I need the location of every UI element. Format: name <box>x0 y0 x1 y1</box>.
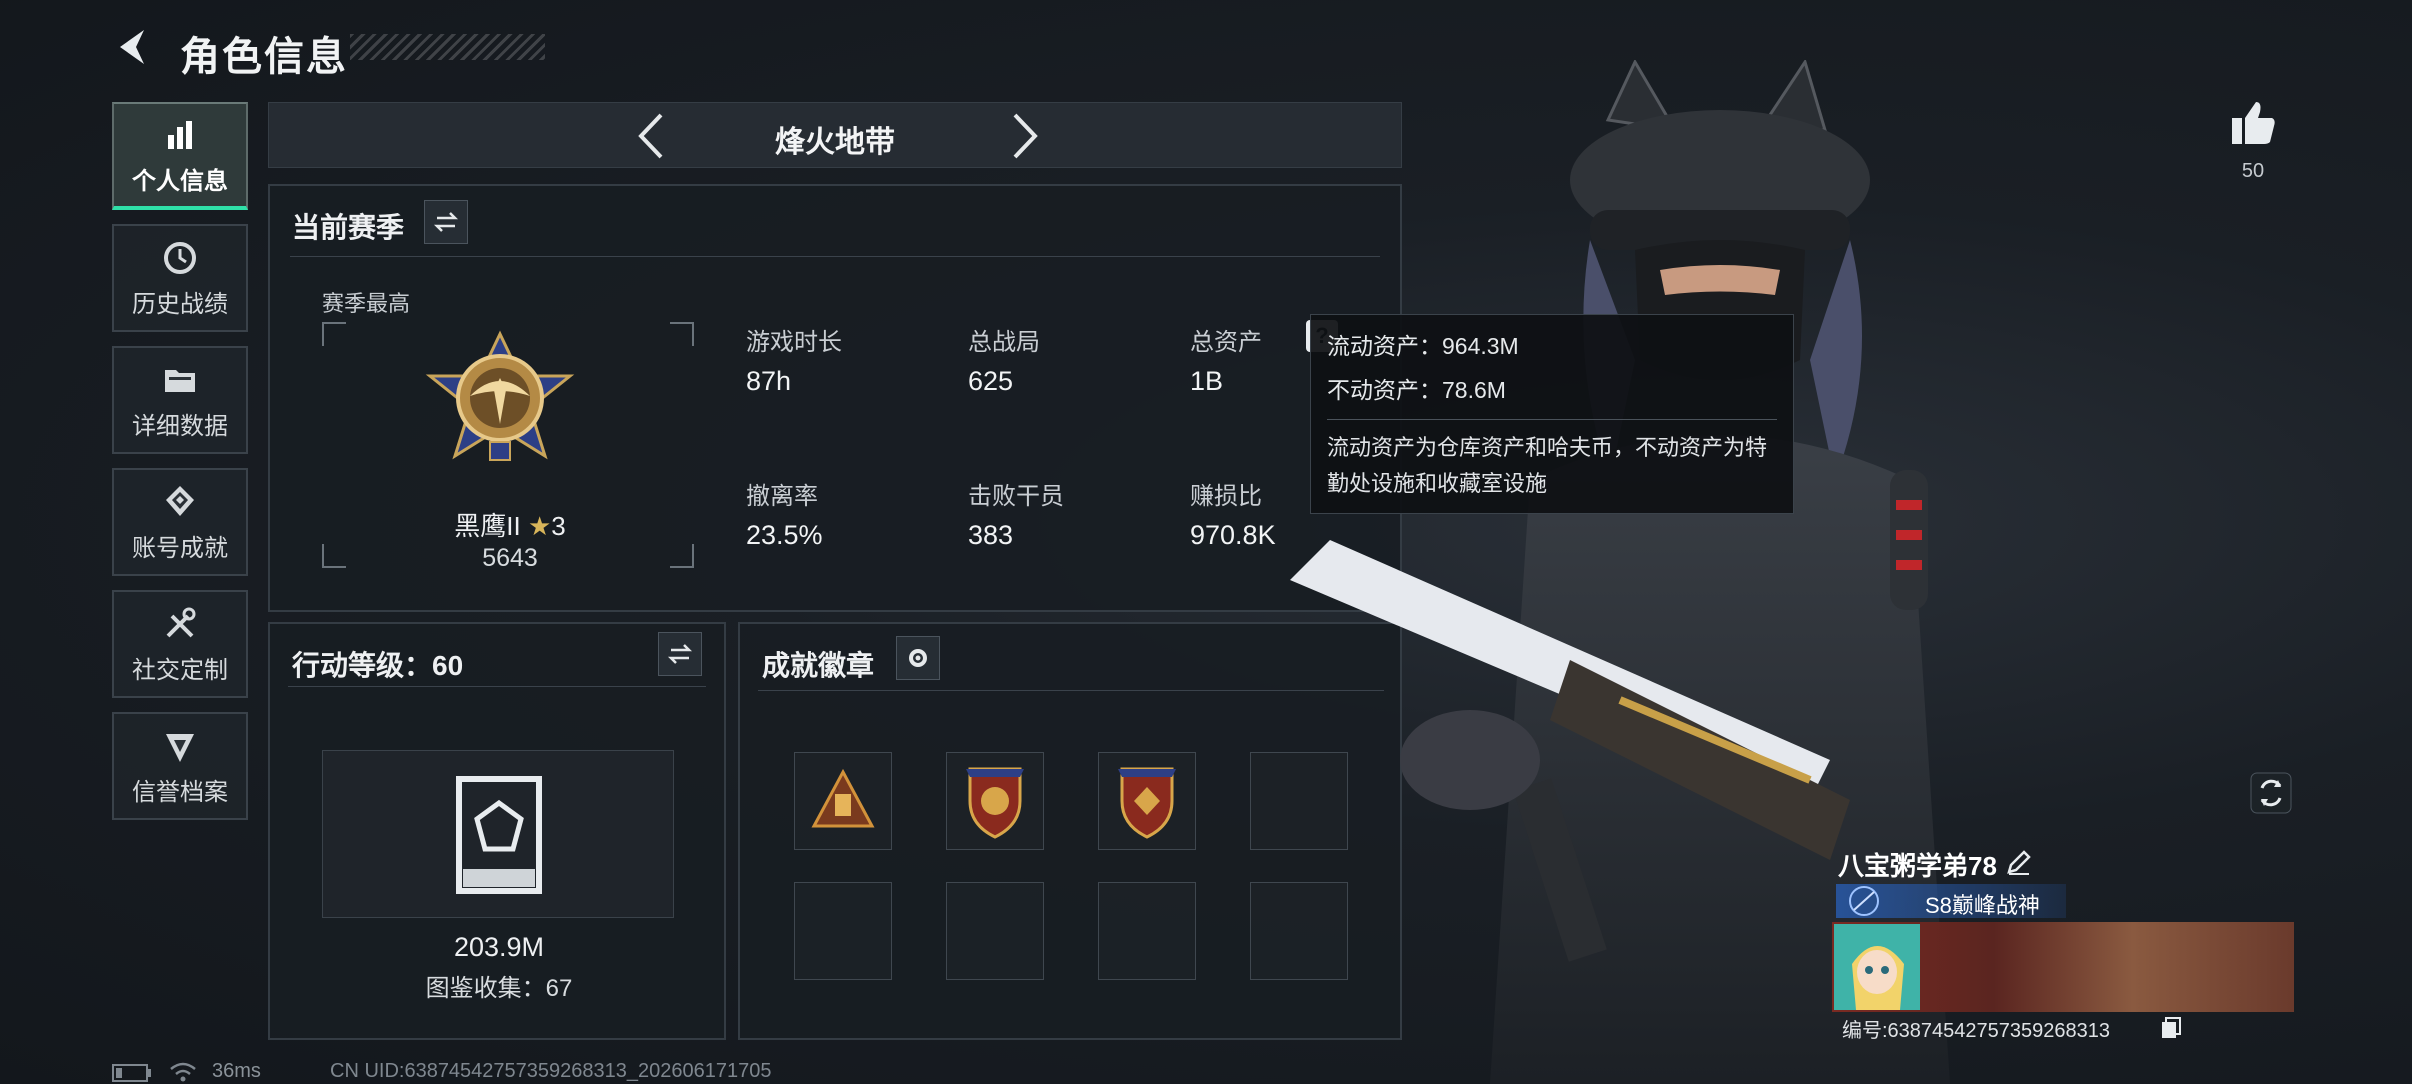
stat-value: 383 <box>968 520 1014 550</box>
frame-corner <box>322 544 346 568</box>
rank-name-row: 黑鹰II ★3 <box>425 506 595 543</box>
next-arrow-icon[interactable] <box>999 111 1047 161</box>
season-switch-button[interactable] <box>424 200 468 244</box>
frame-corner <box>670 322 694 346</box>
season-best-label: 赛季最高 <box>322 291 411 316</box>
nav-item-history[interactable]: 历史战绩 <box>112 224 248 332</box>
stat-value: 970.8K <box>1190 520 1276 550</box>
stat-label: 游戏时长 <box>746 329 842 356</box>
badge-slot[interactable] <box>946 752 1044 850</box>
rank-medal-icon <box>1849 886 1879 916</box>
mode-selector: 烽火地带 <box>268 102 1402 168</box>
swap-icon <box>433 212 459 232</box>
nav-item-social-custom[interactable]: 社交定制 <box>112 590 248 698</box>
nav-item-personal-info[interactable]: 个人信息 <box>112 102 248 210</box>
action-level-switch-button[interactable] <box>658 632 702 676</box>
tools-icon <box>166 607 196 637</box>
nav-item-detailed-data[interactable]: 详细数据 <box>112 346 248 454</box>
stat-label: 赚损比 <box>1190 483 1262 510</box>
badge-slot[interactable] <box>1098 752 1196 850</box>
collection-vault-icon <box>456 776 542 894</box>
collection-frame <box>322 750 674 918</box>
badge-slot[interactable] <box>794 752 892 850</box>
nav-label: 信誉档案 <box>132 778 228 806</box>
ping-value: 36ms <box>212 1060 261 1082</box>
avatar[interactable] <box>1834 924 1920 1010</box>
shield-badge-icon <box>966 767 1024 839</box>
rotate-view-icon[interactable] <box>2250 772 2292 814</box>
season-panel: 当前赛季 赛季最高 黑鹰II ★3 5643 游戏时长 87h 总战局 625 … <box>268 184 1402 612</box>
triangle-badge-icon <box>811 768 875 828</box>
nav-label: 个人信息 <box>132 167 228 195</box>
fixed-assets: 不动资产：78.6M <box>1327 377 1506 403</box>
stat-label: 总战局 <box>968 329 1040 356</box>
badge-slot-empty[interactable] <box>794 882 892 980</box>
title-decoration <box>350 34 545 60</box>
battery-icon <box>112 1064 151 1082</box>
achievements-title: 成就徽章 <box>762 650 875 681</box>
mode-title: 烽火地带 <box>775 126 895 159</box>
copy-icon[interactable] <box>2160 1016 2182 1040</box>
edit-pencil-icon[interactable] <box>2005 848 2033 876</box>
stat-label: 击败干员 <box>968 483 1064 510</box>
rank-emblem-icon <box>425 330 575 461</box>
stat-value: 23.5% <box>746 520 823 550</box>
back-arrow-icon[interactable] <box>112 24 158 70</box>
rank-name: 黑鹰II <box>454 511 521 541</box>
uid-footer: CN UID:638745427573592683​13_20260617170… <box>330 1060 772 1082</box>
divider <box>290 256 1380 257</box>
player-id: 编号:638745427573592683​13 <box>1842 1020 2111 1042</box>
action-level-panel: 行动等级：60 203.9M 图鉴收集：67 <box>268 622 726 1040</box>
asset-description: 流动资产为仓库资产和哈夫币，不动资产为特勤处设施和收藏室设施 <box>1327 435 1768 496</box>
rank-points: 5643 <box>482 544 538 572</box>
folder-icon <box>165 369 195 392</box>
stat-label: 撤离率 <box>746 483 818 510</box>
star-icon: ★ <box>527 511 552 541</box>
stat-value: 625 <box>968 366 1014 396</box>
action-level-title: 行动等级：60 <box>292 650 464 681</box>
collection-count: 图鉴收集：67 <box>425 975 573 1002</box>
nav-item-credit[interactable]: 信誉档案 <box>112 712 248 820</box>
rank-title: S8巅峰战神 <box>1925 893 2040 918</box>
bar-chart-icon <box>168 120 192 149</box>
liquid-assets: 流动资产：964.3M <box>1327 333 1519 359</box>
asset-tooltip: 流动资产：964.3M 不动资产：78.6M 流动资产为仓库资产和哈夫币，不动资… <box>1310 314 1794 514</box>
like-count: 50 <box>2241 160 2265 182</box>
divider <box>288 686 706 687</box>
tooltip-divider <box>1327 419 1777 420</box>
badge-slot-empty[interactable] <box>946 882 1044 980</box>
gear-icon <box>909 649 927 667</box>
shield-icon <box>166 733 194 762</box>
badge-slot-empty[interactable] <box>1098 882 1196 980</box>
nav-label: 社交定制 <box>132 656 228 684</box>
screen: 角色信息 个人信息 历史战绩 详细数据 账号成就 社交定制 信誉档案 烽火地带 … <box>0 0 2412 1084</box>
nav-label: 详细数据 <box>132 412 228 440</box>
stat-value: 87h <box>746 366 792 396</box>
season-title: 当前赛季 <box>292 212 405 243</box>
nav-label: 历史战绩 <box>132 290 228 318</box>
player-name: 八宝粥学弟78 <box>1838 851 1997 881</box>
avatar-portrait-icon <box>1834 924 1920 1010</box>
page-title: 角色信息 <box>180 35 348 79</box>
achievements-settings-button[interactable] <box>896 636 940 680</box>
achievement-icon <box>166 485 194 516</box>
swap-icon <box>667 644 693 664</box>
frame-corner <box>322 322 346 346</box>
thumbs-up-icon[interactable] <box>2226 96 2280 150</box>
side-nav: 个人信息 历史战绩 详细数据 账号成就 社交定制 信誉档案 <box>112 102 250 834</box>
stat-label: 总资产 <box>1190 329 1262 356</box>
wifi-icon <box>170 1062 196 1082</box>
history-clock-icon <box>164 241 196 274</box>
shield-badge-icon <box>1118 767 1176 839</box>
stat-value: 1B <box>1190 366 1224 396</box>
nav-item-achievements[interactable]: 账号成就 <box>112 468 248 576</box>
frame-corner <box>670 544 694 568</box>
rank-stars: 3 <box>551 511 566 541</box>
collection-value: 203.9M <box>453 932 545 962</box>
nav-label: 账号成就 <box>132 534 228 562</box>
